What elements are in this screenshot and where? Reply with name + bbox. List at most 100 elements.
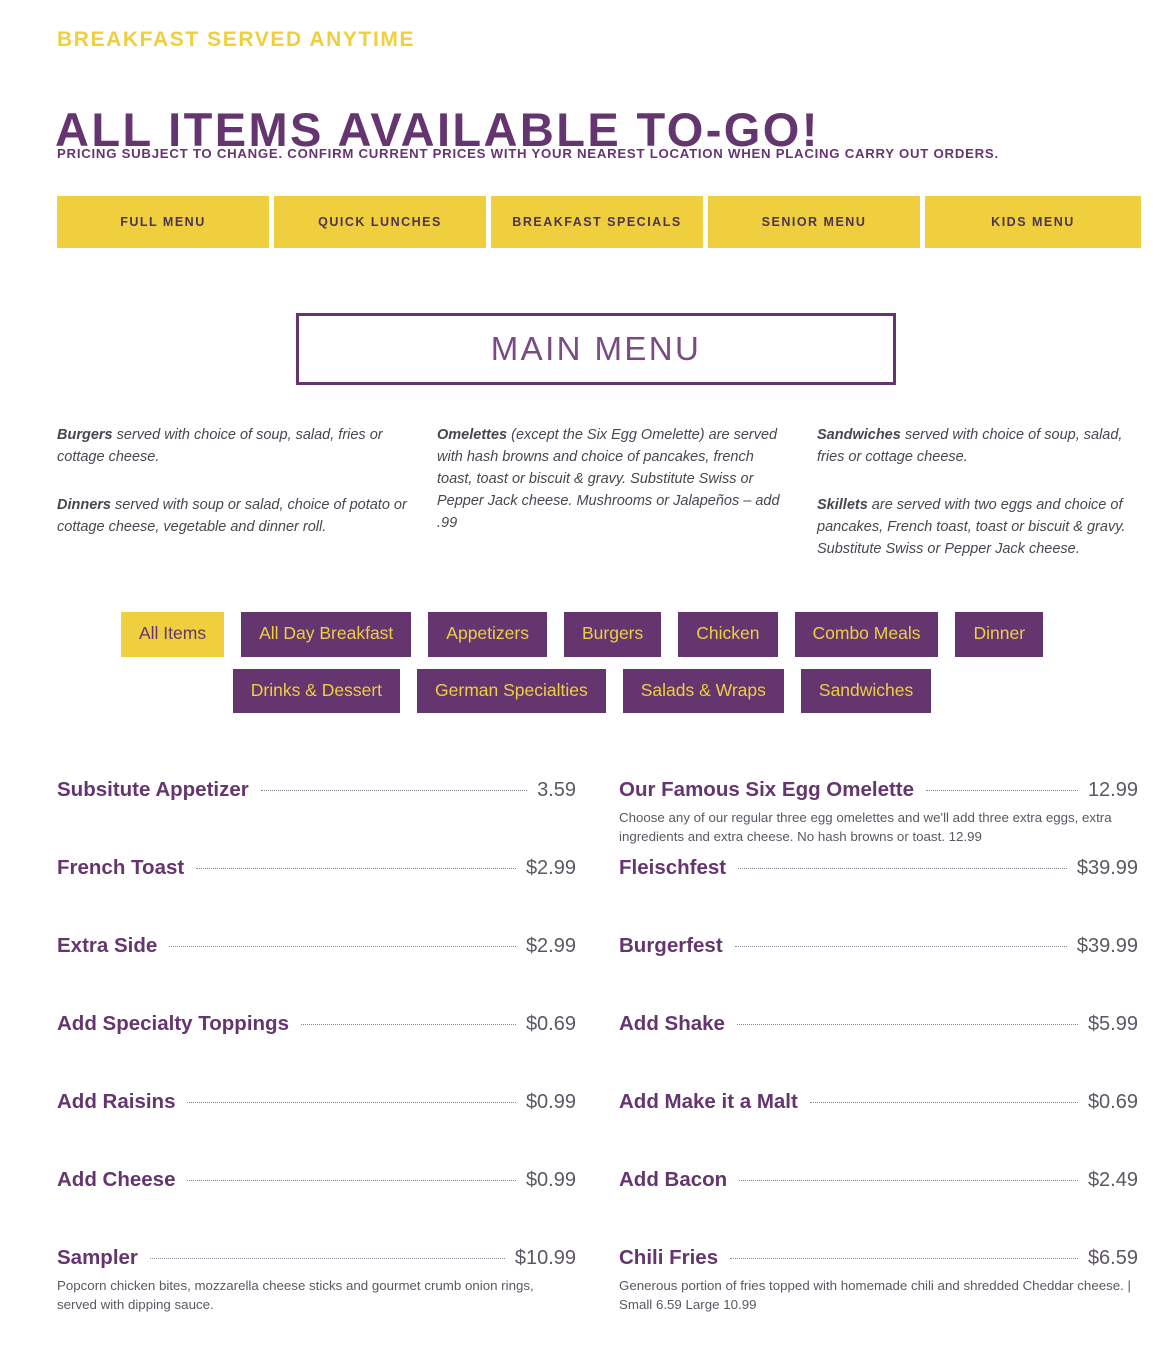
menu-item-header: Sampler $10.99: [57, 1246, 576, 1270]
menu-item: Our Famous Six Egg Omelette 12.99 Choose a…: [619, 770, 1138, 848]
menu-item-header: Add Cheese $0.99: [57, 1168, 576, 1192]
menu-item-leader-dots: [738, 868, 1067, 869]
menu-item-name: Add Cheese: [57, 1168, 176, 1191]
menu-item-price: $0.69: [525, 1013, 576, 1035]
menu-item-price: $2.99: [525, 935, 576, 957]
tab-senior-menu[interactable]: SENIOR MENU: [708, 196, 920, 248]
menu-item-header: Add Shake $5.99: [619, 1012, 1138, 1036]
category-filter-german-specialties[interactable]: German Specialties: [417, 668, 606, 713]
menu-item-header: Subsitute Appetizer 3.59: [57, 778, 576, 802]
menu-item-leader-dots: [809, 1102, 1078, 1103]
menu-item-description: Popcorn chicken bites, mozzarella cheese…: [57, 1278, 534, 1313]
menu-item-name: Add Make it a Malt: [619, 1090, 798, 1113]
menu-item-price: $39.99: [1076, 857, 1138, 879]
menu-item-header: French Toast $2.99: [57, 856, 576, 880]
menu-item: Burgerfest $39.99: [619, 926, 1138, 1004]
menu-item-header: Add Make it a Malt $0.69: [619, 1090, 1138, 1114]
menu-item-leader-dots: [187, 1180, 516, 1181]
menu-item-price: $6.59: [1087, 1247, 1138, 1269]
intro-note-sandwiches: Sandwiches served with choice of soup, s…: [817, 424, 1142, 468]
menu-item-name: Add Bacon: [619, 1168, 728, 1191]
menu-item-leader-dots: [736, 1024, 1078, 1025]
menu-item: Extra Side $2.99: [57, 926, 576, 1004]
category-filter-burgers[interactable]: Burgers: [563, 612, 662, 657]
menu-item-header: Our Famous Six Egg Omelette 12.99: [619, 778, 1138, 802]
menu-item-header: Extra Side $2.99: [57, 934, 576, 958]
category-filter-chicken[interactable]: Chicken: [678, 612, 778, 657]
menu-item-header: Chili Fries $6.59: [619, 1246, 1138, 1270]
menu-item-description: Choose any of our regular three egg omel…: [619, 810, 1112, 845]
menu-item: Chili Fries $6.59 Generous portion of frie…: [619, 1238, 1138, 1316]
category-filter-all-items[interactable]: All Items: [120, 612, 225, 657]
menu-item-name: Add Specialty Toppings: [57, 1012, 289, 1035]
menu-item-header: Burgerfest $39.99: [619, 934, 1138, 958]
category-filter-row-2: Drinks & Dessert German Specialties Salads…: [0, 668, 1164, 713]
menu-item-header: Fleischfest $39.99: [619, 856, 1138, 880]
tab-full-menu[interactable]: FULL MENU: [57, 196, 269, 248]
menu-item-leader-dots: [196, 868, 516, 869]
menu-item-name: Chili Fries: [619, 1246, 719, 1269]
menu-item-name: Fleischfest: [619, 856, 727, 879]
menu-item-name: Burgerfest: [619, 934, 723, 957]
intro-note-skillets: Skillets are served with two eggs and ch…: [817, 494, 1142, 560]
menu-item-header: Add Bacon $2.49: [619, 1168, 1138, 1192]
category-filter-dinner[interactable]: Dinner: [955, 612, 1044, 657]
menu-item-price: 12.99: [1087, 779, 1138, 801]
category-filter-row-1: All Items All Day Breakfast Appetizers Burg…: [0, 612, 1164, 657]
menu-intro-notes: Burgers served with choice of soup, sala…: [57, 424, 1142, 560]
intro-note-omelettes: Omelettes (except the Six Egg Omelette) …: [437, 424, 787, 534]
tab-quick-lunches[interactable]: QUICK LUNCHES: [274, 196, 486, 248]
menu-item-price: $0.99: [525, 1169, 576, 1191]
intro-column-3: Sandwiches served with choice of soup, s…: [817, 424, 1142, 560]
menu-item-price: $2.99: [525, 857, 576, 879]
menu-item: Subsitute Appetizer 3.59: [57, 770, 576, 848]
menu-item-name: Sampler: [57, 1246, 138, 1269]
menu-item-name: Extra Side: [57, 934, 158, 957]
category-filter-salads-and-wraps[interactable]: Salads & Wraps: [622, 668, 784, 713]
menu-item-leader-dots: [926, 790, 1078, 791]
category-filter-combo-meals[interactable]: Combo Meals: [794, 612, 939, 657]
menu-item-name: French Toast: [57, 856, 185, 879]
menu-item-leader-dots: [730, 1258, 1078, 1259]
menu-item-leader-dots: [260, 790, 528, 791]
intro-lead-dinners: Dinners: [57, 497, 111, 514]
menu-item: French Toast $2.99: [57, 848, 576, 926]
category-filter-appetizers[interactable]: Appetizers: [428, 612, 547, 657]
menu-item-name: Our Famous Six Egg Omelette: [619, 778, 915, 801]
menu-item: Add Specialty Toppings $0.69: [57, 1004, 576, 1082]
intro-note-dinners: Dinners served with soup or salad, choic…: [57, 494, 407, 538]
intro-lead-sandwiches: Sandwiches: [817, 427, 901, 443]
category-filter-sandwiches[interactable]: Sandwiches: [800, 668, 932, 713]
menu-item-leader-dots: [169, 946, 516, 947]
intro-note-burgers: Burgers served with choice of soup, sala…: [57, 424, 407, 468]
category-filter-drinks-and-dessert[interactable]: Drinks & Dessert: [232, 668, 401, 713]
menu-item-grid: Subsitute Appetizer 3.59 Our Famous Six Eg…: [57, 770, 1138, 1316]
menu-item-leader-dots: [149, 1258, 505, 1259]
menu-item-price: $2.49: [1087, 1169, 1138, 1191]
menu-item: Add Shake $5.99: [619, 1004, 1138, 1082]
menu-item-price: 3.59: [537, 779, 576, 801]
menu-item-leader-dots: [300, 1024, 516, 1025]
menu-item-price: $0.69: [1087, 1091, 1138, 1113]
menu-item-price: $0.99: [525, 1091, 576, 1113]
pricing-disclaimer: PRICING SUBJECT TO CHANGE. CONFIRM CURRE…: [57, 146, 999, 161]
menu-item: Fleischfest $39.99: [619, 848, 1138, 926]
menu-item-name: Add Raisins: [57, 1090, 176, 1113]
tab-kids-menu[interactable]: KIDS MENU: [925, 196, 1141, 248]
menu-item-header: Add Raisins $0.99: [57, 1090, 576, 1114]
intro-column-1: Burgers served with choice of soup, sala…: [57, 424, 437, 560]
intro-lead-omelettes: Omelettes: [437, 427, 508, 443]
menu-item-price: $39.99: [1076, 935, 1138, 957]
menu-item-price: $5.99: [1087, 1013, 1138, 1035]
menu-item: Add Cheese $0.99: [57, 1160, 576, 1238]
menu-item: Sampler $10.99 Popcorn chicken bites, mozz…: [57, 1238, 576, 1316]
tab-breakfast-specials[interactable]: BREAKFAST SPECIALS: [491, 196, 703, 248]
section-title-box: MAIN MENU: [296, 313, 896, 385]
section-title: MAIN MENU: [490, 330, 702, 367]
category-filter-all-day-breakfast[interactable]: All Day Breakfast: [241, 612, 412, 657]
menu-item-leader-dots: [739, 1180, 1078, 1181]
menu-item-name: Subsitute Appetizer: [57, 778, 249, 801]
menu-tabs: FULL MENU QUICK LUNCHES BREAKFAST SPECIA…: [57, 196, 1141, 248]
menu-item-leader-dots: [187, 1102, 516, 1103]
menu-item-price: $10.99: [514, 1247, 576, 1269]
